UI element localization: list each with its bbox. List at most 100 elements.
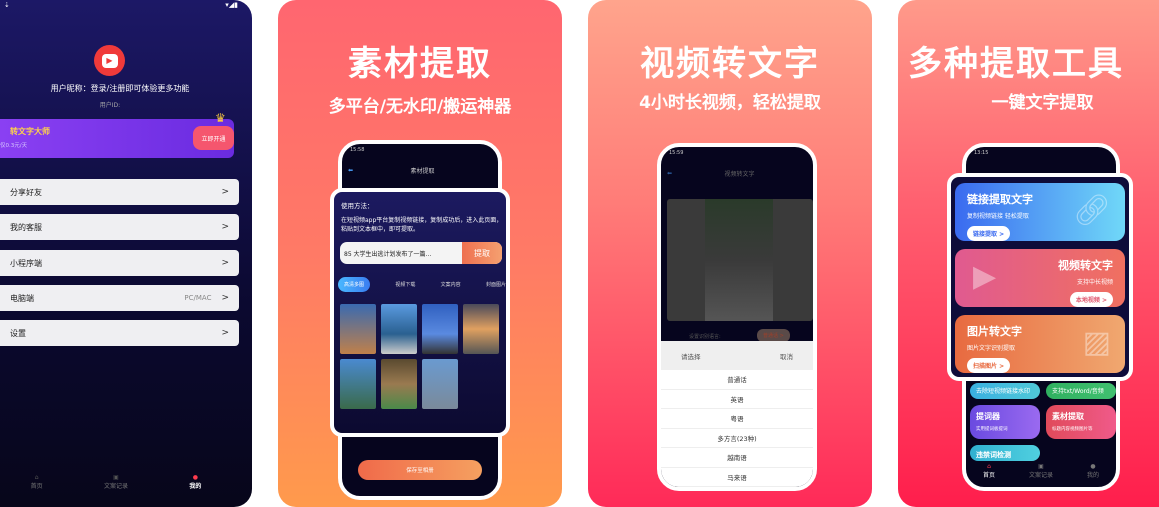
- clapperboard-icon: ▶: [973, 259, 997, 294]
- nav-mine[interactable]: ● 我的: [189, 474, 201, 490]
- language-option[interactable]: 多方言(23种): [661, 429, 813, 448]
- nav-label: 我的: [189, 483, 202, 490]
- menu-share[interactable]: 分享好友 >: [0, 179, 239, 205]
- language-option[interactable]: 粤语: [661, 409, 813, 429]
- image-thumbnail[interactable]: [422, 359, 458, 409]
- promo-subtitle: 多平台/无水印/搬运神器: [328, 97, 512, 117]
- tool-card-material[interactable]: 素材提取标题内容视频图片等: [1046, 405, 1116, 439]
- extract-button[interactable]: 提取: [462, 242, 502, 264]
- video-to-text-card[interactable]: 视频转文字 支持中长视频 本地视频 > ▶: [955, 249, 1125, 307]
- howto-title: 使用方法：: [341, 202, 374, 210]
- promo-title: 素材提取: [348, 44, 492, 84]
- tab-copy-text[interactable]: 文案内容: [441, 281, 461, 288]
- menu-label: 设置: [10, 328, 26, 338]
- language-option[interactable]: 越南语: [661, 448, 813, 468]
- promo-material-extract: 素材提取 多平台/无水印/搬运神器 15:58 ⬅ 素材提取 保存至相册 使用方法…: [278, 0, 562, 507]
- status-time: 13:15: [974, 150, 989, 156]
- image-to-text-card[interactable]: 图片转文字 图片文字识别提取 扫描图片 > ▨: [955, 315, 1125, 373]
- user-icon: ●: [192, 474, 198, 481]
- screen-title: 素材提取: [410, 168, 435, 175]
- save-to-album-button[interactable]: 保存至相册: [358, 460, 482, 480]
- chevron-right-icon: >: [221, 187, 229, 197]
- home-icon: ⌂: [987, 463, 991, 470]
- status-icons: ▾◢▮: [225, 1, 238, 9]
- link-extract-card[interactable]: 链接提取文字 复制视频链接 轻松提取 链接提取 > 🔗︎: [955, 183, 1125, 241]
- nav-records[interactable]: ▣ 文案记录: [1029, 463, 1053, 479]
- chevron-right-icon: >: [221, 258, 229, 268]
- download-icon: ⇣: [4, 1, 10, 9]
- chevron-right-icon: >: [221, 222, 229, 232]
- document-icon: ▣: [113, 474, 119, 481]
- image-thumbnail[interactable]: [463, 304, 499, 354]
- menu-service[interactable]: 我的客服 >: [0, 214, 239, 240]
- chevron-right-icon: >: [221, 293, 229, 303]
- nav-records[interactable]: ▣ 文案记录: [104, 474, 128, 490]
- app-logo: ▶: [94, 45, 125, 76]
- language-label: 设置识别语言:: [689, 334, 721, 340]
- phone-frame: 15:59 ⬅ 视频转文字 设置识别语言: 普通话 > 请选择 取消 普通话 英语 …: [657, 143, 817, 491]
- menu-mini-program[interactable]: 小程序端 >: [0, 250, 239, 276]
- bottom-nav: ⌂ 首页 ▣ 文案记录 ● 我的: [0, 474, 252, 490]
- link-icon: 🔗︎: [1072, 193, 1111, 228]
- image-thumbnail[interactable]: [340, 304, 376, 354]
- chevron-right-icon: >: [221, 328, 229, 338]
- link-value: 85 大学生出逃计划发布了一篇...: [344, 251, 432, 258]
- image-icon: ▨: [1082, 325, 1111, 360]
- tool-title: 素材提取: [1052, 412, 1084, 421]
- menu-settings[interactable]: 设置 >: [0, 320, 239, 346]
- vip-banner[interactable]: 转文字大师 仅0.3元/天 立即开通: [0, 119, 234, 158]
- tab-cover-image[interactable]: 封面图片: [486, 281, 506, 288]
- status-time: 15:58: [350, 147, 365, 153]
- language-option[interactable]: 英语: [661, 390, 813, 409]
- extract-card: 使用方法： 在短视频app平台复制视频链接，复制成功后，进入此页面，粘贴到文本框…: [330, 188, 510, 437]
- nickname[interactable]: 用户昵称：登录/注册即可体验更多功能: [0, 83, 240, 94]
- tool-card-teleprompter[interactable]: 提词器实用提词板提词: [970, 405, 1040, 439]
- feature-cards: 链接提取文字 复制视频链接 轻松提取 链接提取 > 🔗︎ 视频转文字 支持中长视…: [947, 173, 1133, 381]
- link-extract-button[interactable]: 链接提取 >: [967, 226, 1011, 241]
- menu-desktop[interactable]: 电脑端 PC/MAC >: [0, 285, 239, 311]
- nav-home[interactable]: ⌂ 首页: [983, 463, 995, 479]
- tool-desc: 实用提词板提词: [976, 427, 1008, 432]
- vip-price: 仅0.3元/天: [0, 143, 28, 149]
- cancel-button[interactable]: 取消: [780, 351, 793, 361]
- menu-label: 小程序端: [10, 258, 42, 268]
- local-video-button[interactable]: 本地视频 >: [1069, 292, 1113, 307]
- language-option[interactable]: 普通话: [661, 370, 813, 390]
- tool-card-banned-words[interactable]: 违禁词检测: [970, 445, 1040, 461]
- tab-bar: 高清多图 视频下载 文案内容 封面图片: [338, 277, 506, 292]
- promo-video-to-text: 视频转文字 4小时长视频，轻松提取 15:59 ⬅ 视频转文字 设置识别语言: 普…: [588, 0, 872, 507]
- scan-image-button[interactable]: 扫描图片 >: [967, 358, 1011, 373]
- screen-title: 视频转文字: [724, 171, 755, 178]
- sheet-title: 请选择: [681, 352, 701, 361]
- tool-desc: 去除短视频链接水印: [976, 388, 1031, 395]
- promo-subtitle: 4小时长视频，轻松提取: [639, 93, 821, 113]
- image-thumbnail[interactable]: [340, 359, 376, 409]
- menu-label: 电脑端: [10, 293, 34, 303]
- link-input[interactable]: 85 大学生出逃计划发布了一篇... 提取: [340, 242, 502, 264]
- user-id: 用户ID:: [99, 102, 121, 109]
- profile-screen: ⇣ ▾◢▮ ▶ 用户昵称：登录/注册即可体验更多功能 用户ID: 转文字大师 仅…: [0, 0, 252, 507]
- promo-subtitle: 一键文字提取: [991, 93, 1094, 113]
- tool-card[interactable]: 支持txt/Word/音频: [1046, 383, 1116, 399]
- nav-label: 首页: [30, 483, 43, 490]
- play-icon: ▶: [101, 53, 118, 68]
- video-preview[interactable]: [667, 199, 813, 321]
- nav-mine[interactable]: ● 我的: [1087, 463, 1099, 479]
- image-thumbnail[interactable]: [381, 359, 417, 409]
- vip-title: 转文字大师: [10, 127, 50, 136]
- promo-extract-tools: 多种提取工具 一键文字提取 13:15 去除短视频链接水印 支持txt/Word…: [898, 0, 1159, 507]
- menu-label: 分享好友: [10, 187, 42, 197]
- howto-text: 在短视频app平台复制视频链接，复制成功后，进入此页面，粘贴到文本框中，即可提取…: [341, 217, 503, 233]
- activate-vip-button[interactable]: 立即开通: [193, 126, 234, 150]
- tool-card[interactable]: 去除短视频链接水印: [970, 383, 1040, 399]
- language-option[interactable]: 马来语: [661, 468, 813, 487]
- tab-video-download[interactable]: 视频下载: [395, 281, 415, 288]
- tab-hd-images[interactable]: 高清多图: [338, 277, 371, 292]
- image-thumbnail[interactable]: [381, 304, 417, 354]
- image-thumbnail[interactable]: [422, 304, 458, 354]
- document-icon: ▣: [1038, 463, 1044, 470]
- tool-desc: 标题内容视频图片等: [1052, 427, 1093, 432]
- nav-home[interactable]: ⌂ 首页: [31, 474, 43, 490]
- promo-title: 多种提取工具: [908, 44, 1124, 84]
- tool-title: 提词器: [976, 412, 1000, 421]
